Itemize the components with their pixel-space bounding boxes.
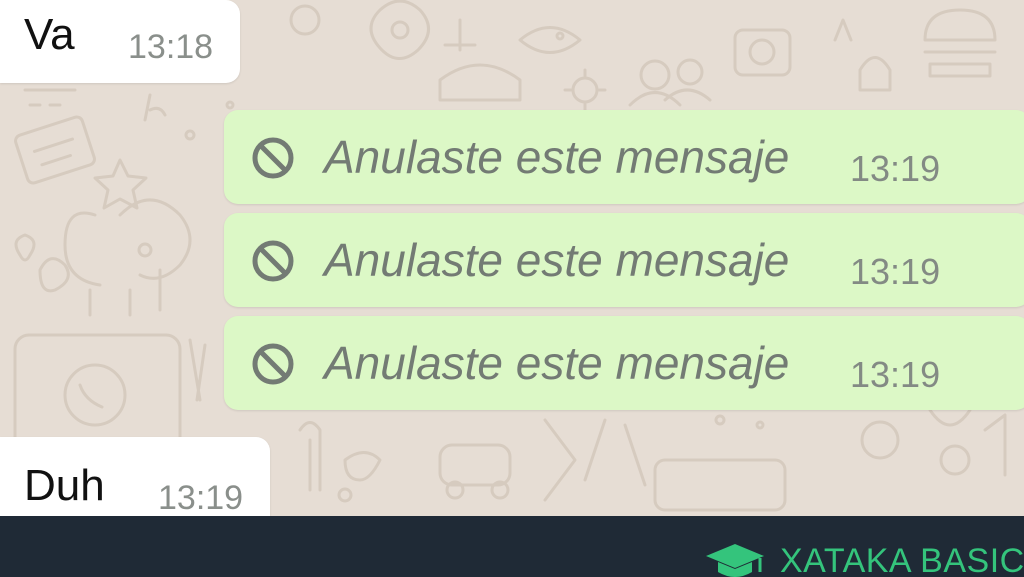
message-time: 13:19 — [158, 479, 244, 516]
message-text: Va — [24, 10, 75, 59]
message-time: 13:19 — [850, 354, 941, 395]
message-text: Anulaste este mensaje — [324, 131, 790, 183]
message-bubble-deleted[interactable]: Anulaste este mensaje 13:19 — [224, 110, 1024, 204]
message-bubble-incoming[interactable]: Va 13:18 — [0, 0, 240, 83]
message-time: 13:19 — [850, 148, 941, 189]
message-bubble-deleted[interactable]: Anulaste este mensaje 13:19 — [224, 316, 1024, 410]
message-time: 13:19 — [850, 251, 941, 292]
message-bubble-incoming[interactable]: Duh 13:19 — [0, 437, 270, 516]
block-icon — [252, 240, 294, 282]
chat-area[interactable]: Va 13:18 Anulaste este mensaje 13:19 Anu… — [0, 0, 1024, 516]
block-icon — [252, 137, 294, 179]
brand-name: XATAKA BASIC — [780, 542, 1024, 577]
graduation-cap-icon — [706, 544, 764, 577]
message-text: Duh — [24, 461, 105, 510]
block-icon — [252, 343, 294, 385]
watermark-banner: XATAKA BASIC — [0, 516, 1024, 577]
message-bubble-deleted[interactable]: Anulaste este mensaje 13:19 — [224, 213, 1024, 307]
message-text: Anulaste este mensaje — [324, 234, 790, 286]
message-time: 13:18 — [128, 28, 214, 66]
message-text: Anulaste este mensaje — [324, 337, 790, 389]
